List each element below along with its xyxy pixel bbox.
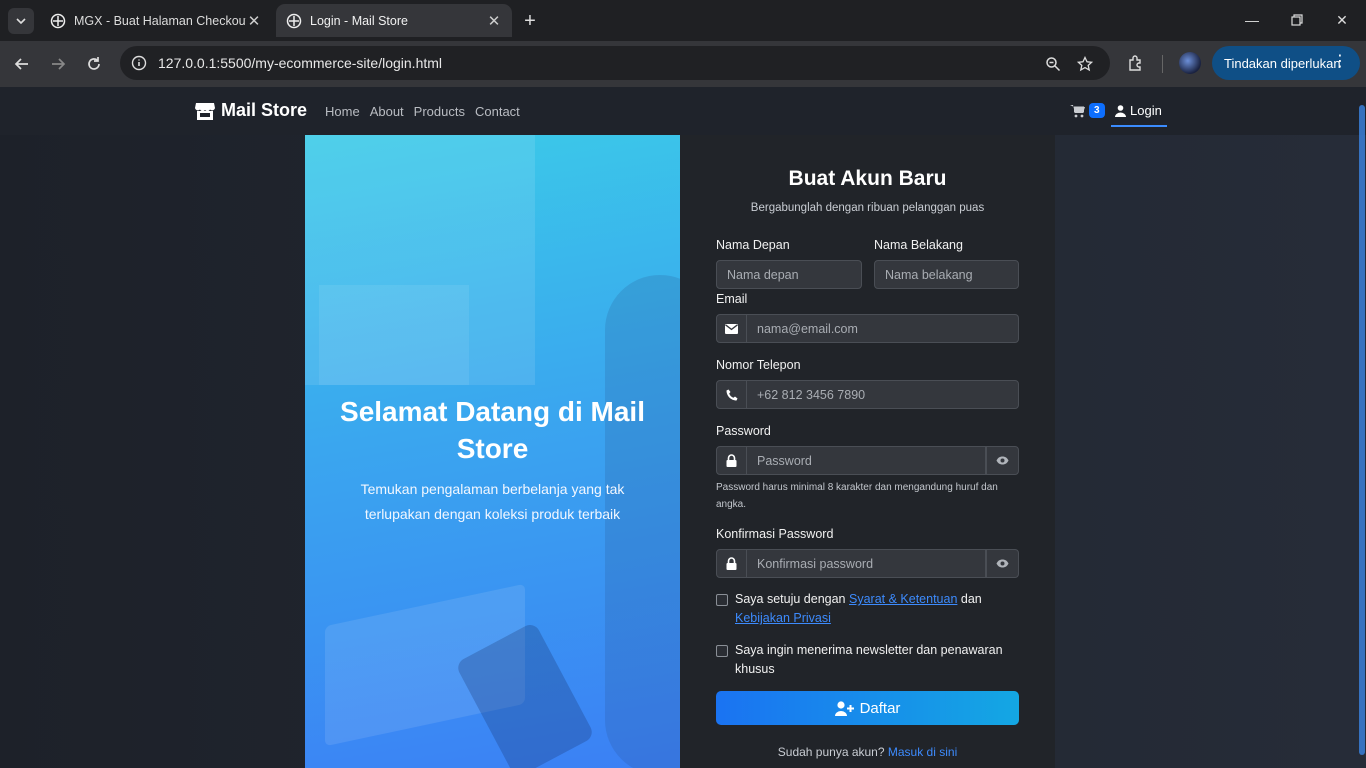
user-plus-icon <box>834 700 854 716</box>
first-name-label: Nama Depan <box>716 238 790 252</box>
profile-avatar[interactable] <box>1179 52 1201 74</box>
address-bar[interactable]: 127.0.0.1:5500/my-ecommerce-site/login.h… <box>120 46 1110 80</box>
nav-link-contact[interactable]: Contact <box>475 104 520 119</box>
site-favicon-icon <box>50 13 66 28</box>
tab-title: MGX - Buat Halaman Checkout <box>74 13 246 28</box>
phone-icon <box>716 380 747 409</box>
lock-icon <box>716 446 747 475</box>
email-input[interactable]: nama@email.com <box>747 314 1019 343</box>
confirm-password-label: Konfirmasi Password <box>716 527 834 541</box>
email-label: Email <box>716 292 748 306</box>
close-icon[interactable]: ✕ <box>486 13 502 30</box>
terms-text: Saya setuju dengan Syarat & Ketentuan da… <box>735 590 996 628</box>
register-button-label: Daftar <box>859 699 901 717</box>
hero-text: Temukan pengalaman berbelanja yang tak t… <box>360 481 625 522</box>
browser-tabbar: MGX - Buat Halaman Checkout ✕ Login - Ma… <box>0 0 1366 41</box>
newsletter-checkbox-row: Saya ingin menerima newsletter dan penaw… <box>716 641 1006 679</box>
terms-link[interactable]: Syarat & Ketentuan <box>849 592 957 606</box>
arrow-left-icon <box>14 58 28 70</box>
site-info-icon[interactable] <box>128 52 150 74</box>
show-password-eye-icon[interactable] <box>986 446 1019 475</box>
restore-icon <box>1291 14 1303 26</box>
extensions-puzzle-icon[interactable] <box>1124 51 1148 75</box>
lock-icon <box>716 549 747 578</box>
action-required-button[interactable]: Tindakan diperlukan ⋮ <box>1212 46 1360 80</box>
new-tab-button[interactable]: + <box>518 9 542 33</box>
tab-title: Login - Mail Store <box>310 13 408 28</box>
register-form-card: Buat Akun Baru Bergabunglah dengan ribua… <box>680 135 1055 768</box>
terms-checkbox-row: Saya setuju dengan Syarat & Ketentuan da… <box>716 590 996 628</box>
browser-tab-active[interactable]: Login - Mail Store ✕ <box>276 4 512 37</box>
browser-toolbar: 127.0.0.1:5500/my-ecommerce-site/login.h… <box>0 41 1366 87</box>
store-icon <box>195 102 215 120</box>
last-name-label: Nama Belakang <box>874 238 963 252</box>
terms-mid: dan <box>960 592 982 606</box>
form-title: Buat Akun Baru <box>788 167 947 190</box>
form-subtitle: Bergabunglah dengan ribuan pelanggan pua… <box>750 202 985 214</box>
site-favicon-icon <box>286 13 302 28</box>
phone-field-group: +62 812 3456 7890 <box>716 380 1019 409</box>
cart-count-badge: 3 <box>1089 103 1105 118</box>
show-confirm-password-eye-icon[interactable] <box>986 549 1019 578</box>
last-name-input[interactable]: Nama belakang <box>874 260 1019 289</box>
nav-login-label: Login <box>1130 103 1162 118</box>
cart-icon <box>1070 104 1085 117</box>
phone-input[interactable]: +62 812 3456 7890 <box>747 380 1019 409</box>
bookmark-star-icon[interactable] <box>1074 53 1096 75</box>
welcome-hero-panel: Selamat Datang di Mail Store Temukan pen… <box>305 135 680 768</box>
back-button[interactable] <box>8 50 36 78</box>
zoom-icon[interactable] <box>1042 53 1064 75</box>
chevron-down-icon <box>16 18 26 24</box>
newsletter-checkbox[interactable] <box>716 645 728 657</box>
newsletter-label: Saya ingin menerima newsletter dan penaw… <box>735 643 1003 676</box>
page-viewport: Mail Store Home About Products Contact 3… <box>0 87 1366 768</box>
nav-link-about[interactable]: About <box>370 104 404 119</box>
close-icon[interactable]: ✕ <box>246 13 262 30</box>
have-account-text: Sudah punya akun? Masuk di sini <box>680 745 1055 759</box>
nav-login-link[interactable]: Login <box>1111 100 1167 127</box>
arrow-right-icon <box>52 58 66 70</box>
page-scrollbar[interactable] <box>1359 105 1365 755</box>
brand-name: Mail Store <box>221 100 308 120</box>
nav-link-home[interactable]: Home <box>325 104 360 119</box>
reload-icon <box>88 57 100 70</box>
login-here-link[interactable]: Masuk di sini <box>888 745 957 759</box>
password-field-group: Password <box>716 446 1019 475</box>
browser-tab[interactable]: MGX - Buat Halaman Checkout ✕ <box>40 4 272 37</box>
action-required-label: Tindakan diperlukan <box>1224 55 1341 71</box>
password-input[interactable]: Password <box>747 446 986 475</box>
main-nav: Home About Products Contact <box>325 104 520 119</box>
brand-link[interactable]: Mail Store <box>195 100 307 121</box>
hero-title: Selamat Datang di Mail Store <box>340 396 645 464</box>
email-field-group: nama@email.com <box>716 314 1019 343</box>
user-icon <box>1115 105 1126 117</box>
register-button[interactable]: Daftar <box>716 691 1019 725</box>
first-name-input[interactable]: Nama depan <box>716 260 862 289</box>
have-account-prefix: Sudah punya akun? <box>777 745 885 759</box>
minimize-button[interactable]: — <box>1229 0 1275 40</box>
hero-bg-shape <box>319 285 469 385</box>
terms-prefix: Saya setuju dengan <box>735 592 846 606</box>
nav-link-products[interactable]: Products <box>414 104 465 119</box>
envelope-icon <box>716 314 747 343</box>
confirm-password-field-group: Konfirmasi password <box>716 549 1019 578</box>
site-navbar: Mail Store Home About Products Contact 3… <box>0 87 1366 135</box>
restore-button[interactable] <box>1274 0 1320 40</box>
tab-search-button[interactable] <box>8 8 34 34</box>
confirm-password-input[interactable]: Konfirmasi password <box>747 549 986 578</box>
privacy-link[interactable]: Kebijakan Privasi <box>735 611 831 625</box>
forward-button[interactable] <box>44 50 72 78</box>
terms-checkbox[interactable] <box>716 594 728 606</box>
password-label: Password <box>716 424 771 438</box>
toolbar-divider <box>1162 55 1163 73</box>
cart-button[interactable]: 3 <box>1070 103 1105 118</box>
reload-button[interactable] <box>80 50 108 78</box>
close-window-button[interactable]: ✕ <box>1319 0 1365 40</box>
phone-label: Nomor Telepon <box>716 358 801 372</box>
password-hint: Password harus minimal 8 karakter dan me… <box>716 482 998 510</box>
kebab-menu-icon: ⋮ <box>1332 53 1348 70</box>
url-text: 127.0.0.1:5500/my-ecommerce-site/login.h… <box>158 55 443 71</box>
